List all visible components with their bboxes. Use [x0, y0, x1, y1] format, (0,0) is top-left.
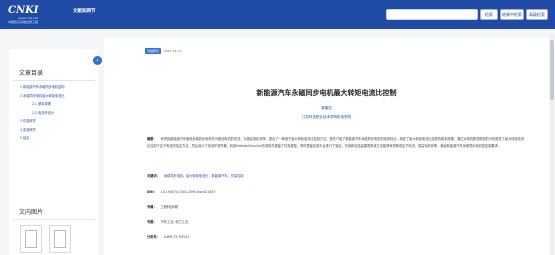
- article-panel: 基础研究 2021 33 (7) 新能源汽车永磁同步电机最大转矩电流比控制 蒋建…: [104, 38, 549, 255]
- figures-title: 文内图片: [19, 209, 44, 216]
- figure-thumbnail[interactable]: [49, 225, 71, 253]
- divider: [13, 80, 95, 81]
- search-in-results-button[interactable]: 结果中检索: [500, 9, 524, 20]
- advanced-search-button[interactable]: 高级检索: [526, 9, 548, 20]
- toc-item[interactable]: 2 永磁同步电机最大转矩电流比: [20, 92, 64, 101]
- divider: [13, 219, 95, 220]
- sidebar: 文章目录 1 新能源汽车永磁同步电机结构 2 永磁同步电机最大转矩电流比 2.1…: [9, 49, 98, 255]
- classification-label: 分类号：: [147, 235, 160, 239]
- issue-date: 2021 33 (7): [164, 49, 182, 53]
- class-label: 专辑：: [147, 205, 157, 209]
- class-row: 专辑： 工程科技Ⅱ辑: [147, 204, 178, 209]
- author-link[interactable]: 蒋建伍: [104, 106, 549, 111]
- classification-row: 分类号： U469.72;TM341: [147, 234, 189, 239]
- classification-value: U469.72;TM341: [163, 235, 190, 239]
- keywords-row: 关键词： 永磁同步电机；最大转矩电流比；新能源汽车；矢量控制: [147, 173, 243, 178]
- search-button[interactable]: 检索: [480, 9, 498, 20]
- organization-link[interactable]: 江苏科技职业技术学院机电学院: [104, 115, 549, 120]
- figure-thumbnail[interactable]: [20, 225, 42, 253]
- toc-title: 文章目录: [19, 70, 44, 77]
- logo-text: CNKI: [8, 4, 39, 16]
- toc-item[interactable]: 5 结论: [20, 134, 64, 143]
- toc-item[interactable]: 2.1 基本原理: [20, 100, 64, 109]
- topic-value: 汽车工业; 电力工业: [160, 220, 189, 224]
- abstract: 摘要： 考虑到新能源汽车使用永磁同步电机作为驱动电机的情况，为提高电机效率，提出了…: [147, 136, 527, 149]
- doi-row: DOI： 10.19457/j.1001-2095.dqcd21403: [147, 189, 215, 194]
- toc-item[interactable]: 2.2 电流环设计: [20, 109, 64, 118]
- logo-subtitle: 中国知识基础设施工程: [8, 19, 39, 24]
- search-input[interactable]: [386, 9, 478, 20]
- toc-item[interactable]: 3 仿真研究: [20, 117, 64, 126]
- keywords-links[interactable]: 永磁同步电机；最大转矩电流比；新能源汽车；矢量控制: [164, 174, 244, 178]
- site-tag: 文献知网节: [73, 8, 96, 14]
- article-title: 新能源汽车永磁同步电机最大转矩电流比控制: [256, 89, 397, 97]
- toc-item[interactable]: 1 新能源汽车永磁同步电机结构: [20, 83, 64, 92]
- cnki-logo[interactable]: CNKI www.cnki.net 中国知识基础设施工程: [8, 4, 70, 26]
- abstract-text: 考虑到新能源汽车使用永磁同步电机作为驱动电机的情况，为提高电机效率，提出了一种基…: [147, 137, 524, 148]
- scrollbar-thumb[interactable]: [550, 40, 554, 100]
- keywords-label: 关键词：: [147, 174, 160, 178]
- abstract-label: 摘要：: [147, 137, 157, 141]
- article-meta: 基础研究 2021 33 (7): [145, 48, 182, 54]
- category-badge[interactable]: 基础研究: [145, 48, 162, 54]
- toc-item[interactable]: 4 实验研究: [20, 126, 64, 135]
- topic-label: 专题：: [147, 220, 157, 224]
- doi-label: DOI：: [147, 190, 157, 194]
- collapse-sidebar-icon[interactable]: ‹: [93, 56, 102, 65]
- toc-list: 1 新能源汽车永磁同步电机结构 2 永磁同步电机最大转矩电流比 2.1 基本原理…: [20, 83, 64, 143]
- doi-value: 10.19457/j.1001-2095.dqcd21403: [160, 190, 216, 194]
- class-value: 工程科技Ⅱ辑: [160, 205, 179, 209]
- topic-row: 专题： 汽车工业; 电力工业: [147, 219, 188, 224]
